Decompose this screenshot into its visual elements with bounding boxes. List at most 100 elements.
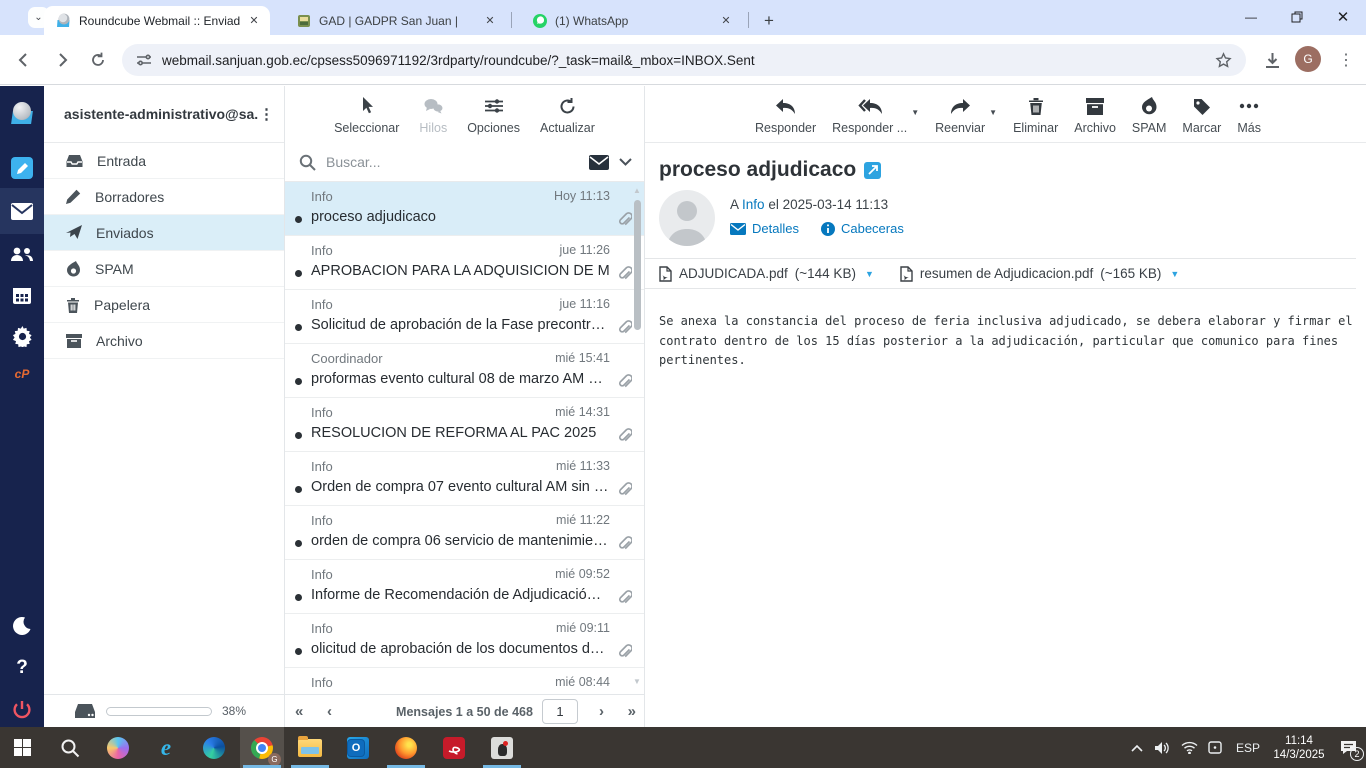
tab-close-icon[interactable]: ✕ bbox=[718, 13, 734, 29]
folder-archive[interactable]: Archivo bbox=[44, 323, 284, 359]
message-row[interactable]: Infojue 11:26 APROBACION PARA LA ADQUISI… bbox=[285, 236, 644, 290]
open-in-new-window-icon[interactable] bbox=[864, 162, 881, 179]
tab-gad[interactable]: GAD | GADPR San Juan | ✕ bbox=[284, 6, 506, 35]
reply-icon bbox=[775, 95, 796, 117]
window-restore-button[interactable] bbox=[1274, 0, 1320, 34]
spam-button[interactable]: SPAM bbox=[1132, 95, 1167, 135]
attachment-menu-caret-icon[interactable]: ▼ bbox=[1170, 269, 1179, 279]
message-row[interactable]: Infomié 11:33 Orden de compra 07 evento … bbox=[285, 452, 644, 506]
settings-gear-icon[interactable] bbox=[0, 316, 44, 356]
message-row[interactable]: Infomié 09:52 Informe de Recomendación d… bbox=[285, 560, 644, 614]
search-scope-mail-icon[interactable] bbox=[589, 155, 609, 170]
message-row[interactable]: Infomié 09:11 olicitud de aprobación de … bbox=[285, 614, 644, 668]
new-tab-button[interactable]: + bbox=[756, 8, 782, 34]
list-scrollbar[interactable]: ▲ ▼ bbox=[632, 186, 642, 687]
firefox-icon[interactable] bbox=[384, 727, 428, 768]
tab-close-icon[interactable]: ✕ bbox=[246, 13, 262, 29]
forward-caret-icon[interactable]: ▼ bbox=[989, 108, 997, 117]
acrobat-icon[interactable] bbox=[432, 727, 476, 768]
tab-close-icon[interactable]: ✕ bbox=[482, 13, 498, 29]
scroll-down-icon[interactable]: ▼ bbox=[632, 677, 642, 687]
trash-icon bbox=[1028, 95, 1044, 117]
help-icon[interactable]: ? bbox=[0, 648, 44, 688]
taskbar-search-icon[interactable] bbox=[48, 727, 92, 768]
folder-spam[interactable]: SPAM bbox=[44, 251, 284, 287]
message-row[interactable]: Infomié 11:22 orden de compra 06 servici… bbox=[285, 506, 644, 560]
internet-explorer-icon[interactable]: e bbox=[144, 727, 188, 768]
message-row[interactable]: Infomié 08:44 bbox=[285, 668, 644, 694]
message-row[interactable]: Infojue 11:16 Solicitud de aprobación de… bbox=[285, 290, 644, 344]
window-minimize-button[interactable]: — bbox=[1228, 0, 1274, 34]
start-button[interactable] bbox=[0, 727, 44, 768]
compose-button[interactable] bbox=[0, 148, 44, 188]
roundcube-favicon bbox=[56, 13, 72, 29]
back-button[interactable] bbox=[12, 48, 36, 72]
refresh-button[interactable]: Actualizar bbox=[540, 95, 595, 135]
headers-toggle[interactable]: Cabeceras bbox=[821, 221, 904, 236]
attachments-bar: ADJUDICADA.pdf (~144 KB) ▼ resumen de Ad… bbox=[645, 258, 1356, 289]
last-page-button[interactable]: » bbox=[628, 695, 636, 728]
tab-whatsapp[interactable]: (1) WhatsApp ✕ bbox=[520, 6, 742, 35]
page-number-input[interactable] bbox=[542, 699, 578, 724]
threads-button[interactable]: Hilos bbox=[419, 95, 447, 135]
search-options-chevron-icon[interactable] bbox=[619, 158, 632, 166]
more-button[interactable]: Más bbox=[1237, 95, 1261, 135]
delete-button[interactable]: Eliminar bbox=[1013, 95, 1058, 135]
url-bar[interactable]: webmail.sanjuan.gob.ec/cpsess5096971192/… bbox=[122, 44, 1246, 76]
reply-all-button[interactable]: Responder ... bbox=[832, 95, 907, 135]
folder-inbox[interactable]: Entrada bbox=[44, 143, 284, 179]
browser-menu-icon[interactable]: ⋮ bbox=[1334, 48, 1358, 72]
copilot-icon[interactable] bbox=[96, 727, 140, 768]
outlook-icon[interactable] bbox=[336, 727, 380, 768]
browser-profile-avatar[interactable]: G bbox=[1295, 46, 1321, 72]
details-toggle[interactable]: Detalles bbox=[730, 221, 799, 236]
reply-all-caret-icon[interactable]: ▼ bbox=[911, 108, 919, 117]
java-app-icon[interactable] bbox=[480, 727, 524, 768]
edge-icon[interactable] bbox=[192, 727, 236, 768]
mark-button[interactable]: Marcar bbox=[1182, 95, 1221, 135]
options-button[interactable]: Opciones bbox=[467, 95, 520, 135]
volume-icon[interactable] bbox=[1150, 741, 1176, 755]
scroll-up-icon[interactable]: ▲ bbox=[632, 186, 642, 196]
sender: Info bbox=[311, 621, 333, 636]
attachment-item[interactable]: resumen de Adjudicacion.pdf (~165 KB) ▼ bbox=[900, 266, 1179, 282]
tray-expand-chevron-icon[interactable] bbox=[1124, 744, 1150, 752]
scrollbar-thumb[interactable] bbox=[634, 200, 641, 330]
account-menu-icon[interactable]: ⋮ bbox=[259, 105, 274, 123]
chrome-taskbar-icon[interactable]: G bbox=[240, 727, 284, 768]
cpanel-logo[interactable]: cP bbox=[0, 354, 44, 394]
mail-nav-icon[interactable] bbox=[0, 188, 44, 234]
wifi-icon[interactable] bbox=[1176, 741, 1202, 754]
contacts-nav-icon[interactable] bbox=[0, 234, 44, 274]
file-explorer-icon[interactable] bbox=[288, 727, 332, 768]
next-page-button[interactable]: › bbox=[599, 695, 604, 728]
cast-icon[interactable] bbox=[1202, 741, 1228, 754]
calendar-nav-icon[interactable] bbox=[0, 275, 44, 315]
notification-center-icon[interactable]: 2 bbox=[1330, 740, 1366, 755]
language-indicator[interactable]: ESP bbox=[1228, 741, 1268, 755]
message-row[interactable]: Coordinadormié 15:41 proformas evento cu… bbox=[285, 344, 644, 398]
search-input[interactable] bbox=[326, 154, 579, 170]
dark-mode-moon-icon[interactable] bbox=[0, 606, 44, 646]
message-row[interactable]: InfoHoy 11:13 proceso adjudicaco bbox=[285, 182, 644, 236]
message-row[interactable]: Infomié 14:31 RESOLUCION DE REFORMA AL P… bbox=[285, 398, 644, 452]
attachment-item[interactable]: ADJUDICADA.pdf (~144 KB) ▼ bbox=[659, 266, 874, 282]
attachment-menu-caret-icon[interactable]: ▼ bbox=[865, 269, 874, 279]
archive-button[interactable]: Archivo bbox=[1074, 95, 1116, 135]
recipient-link[interactable]: Info bbox=[742, 197, 765, 212]
clock[interactable]: 11:14 14/3/2025 bbox=[1268, 734, 1330, 762]
bookmark-star-icon[interactable] bbox=[1215, 52, 1232, 69]
folder-sent[interactable]: Enviados bbox=[44, 215, 284, 251]
logout-power-icon[interactable] bbox=[0, 690, 44, 730]
site-info-icon[interactable] bbox=[136, 52, 152, 68]
reply-button[interactable]: Responder bbox=[755, 95, 816, 135]
forward-button[interactable]: Reenviar bbox=[935, 95, 985, 135]
folder-drafts[interactable]: Borradores bbox=[44, 179, 284, 215]
forward-button[interactable] bbox=[50, 48, 74, 72]
reload-button[interactable] bbox=[86, 48, 110, 72]
select-button[interactable]: Seleccionar bbox=[334, 95, 399, 135]
tab-roundcube[interactable]: Roundcube Webmail :: Enviados ✕ bbox=[44, 6, 270, 35]
download-icon[interactable] bbox=[1260, 48, 1284, 72]
window-close-button[interactable]: ✕ bbox=[1320, 0, 1366, 34]
folder-trash[interactable]: Papelera bbox=[44, 287, 284, 323]
